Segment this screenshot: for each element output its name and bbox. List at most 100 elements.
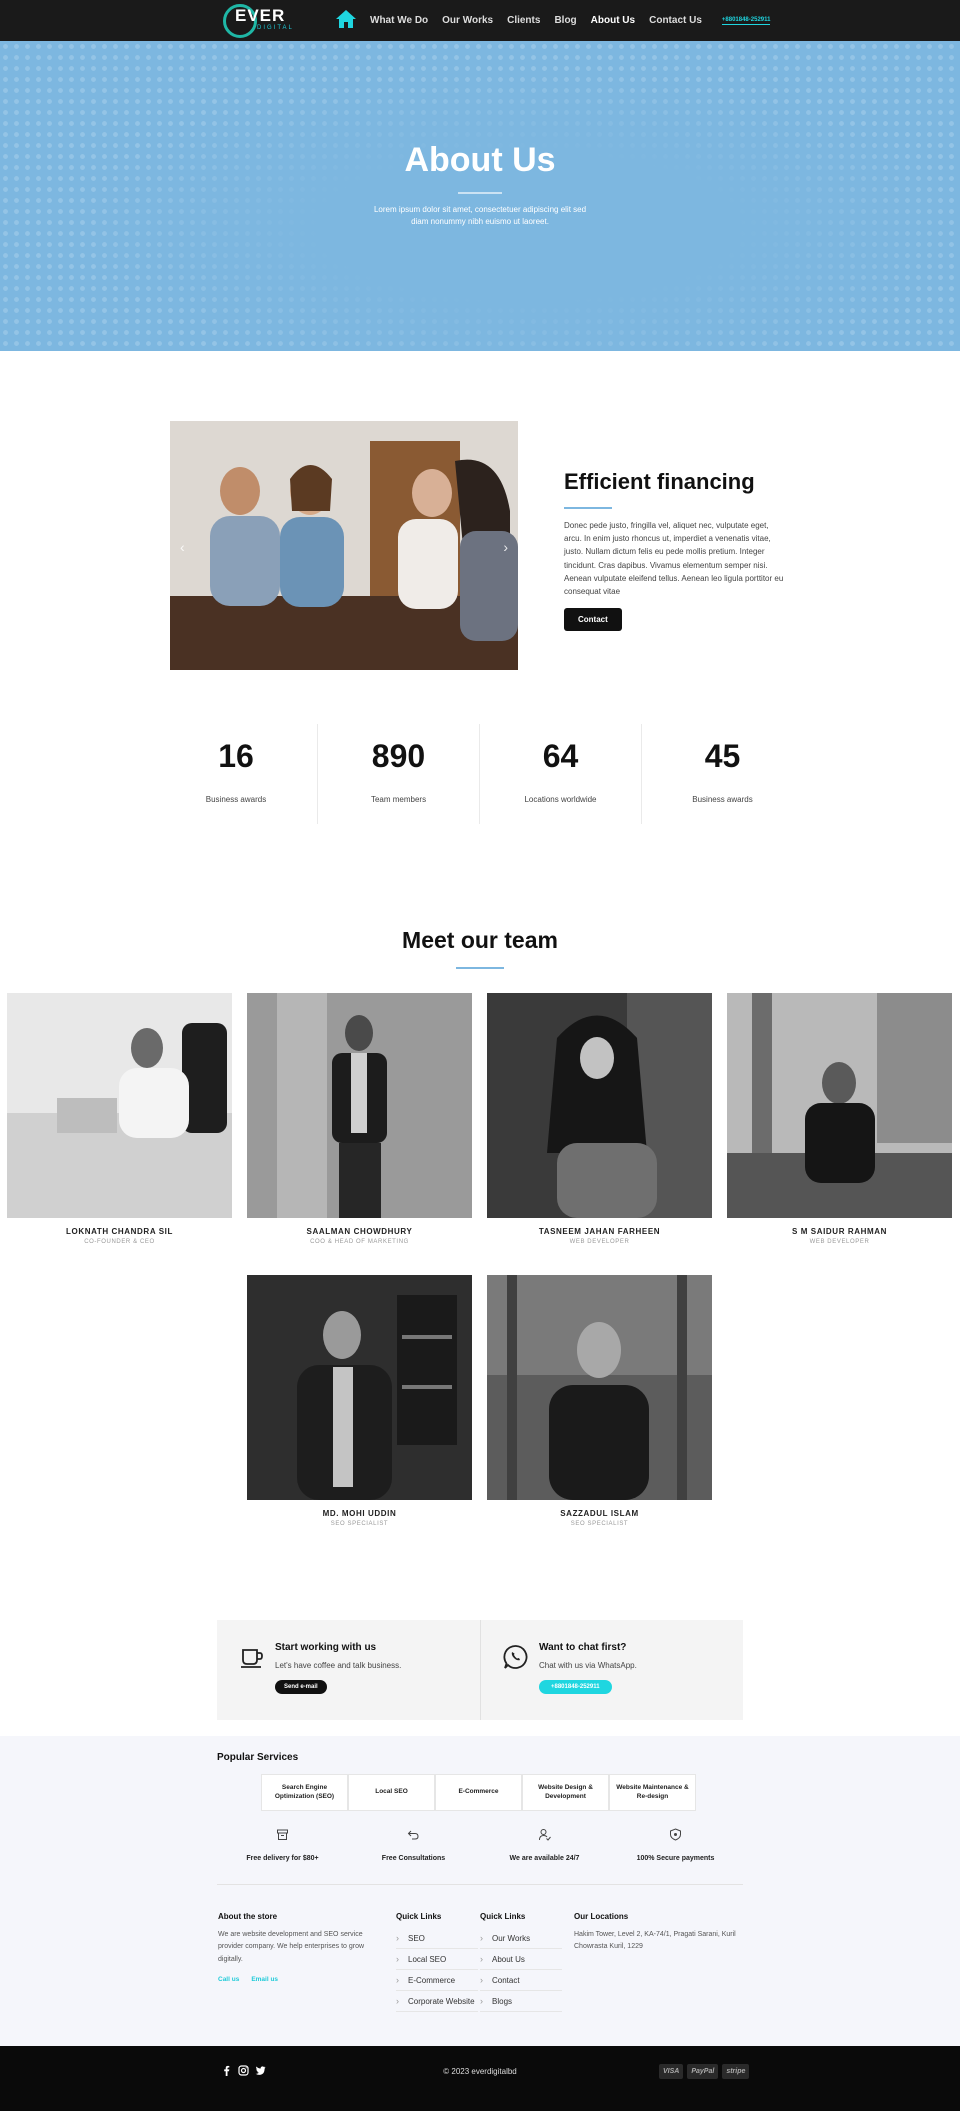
feature-label: We are available 24/7 — [509, 1855, 580, 1862]
cta-chat-title: Want to chat first? — [539, 1642, 627, 1653]
financing-section: ‹ › Efficient financing Donec pede justo… — [0, 351, 960, 711]
about-body: We are website development and SEO servi… — [218, 1931, 365, 1963]
member-name: SAALMAN CHOWDHURY — [306, 1227, 413, 1236]
footer-link-contact[interactable]: Contact — [480, 1970, 562, 1991]
footer-divider — [217, 1884, 743, 1885]
cta-chat-subtitle: Chat with us via WhatsApp. — [539, 1661, 637, 1670]
footer-link-ecommerce[interactable]: E-Commerce — [396, 1970, 478, 1991]
carousel-next-icon[interactable]: › — [503, 539, 508, 555]
service-local-seo[interactable]: Local SEO — [348, 1774, 435, 1811]
member-role: SEO SPECIALIST — [330, 1521, 389, 1527]
cta-panel: Start working with us Let's have coffee … — [217, 1620, 743, 1720]
stat-number: 64 — [542, 738, 579, 774]
service-ecommerce[interactable]: E-Commerce — [435, 1774, 522, 1811]
services-row: Search Engine Optimization (SEO) Local S… — [261, 1774, 696, 1811]
stat-label: Business awards — [692, 795, 753, 804]
stat-item: 64 Locations worldwide — [479, 724, 641, 824]
member-name: TASNEEM JAHAN FARHEEN — [538, 1227, 661, 1236]
shield-icon — [670, 1828, 681, 1841]
nav-about-us[interactable]: About Us — [591, 15, 635, 26]
stat-label: Locations worldwide — [524, 795, 597, 804]
nav-blog[interactable]: Blog — [554, 15, 576, 26]
undo-icon — [407, 1830, 419, 1840]
hero: About Us Lorem ipsum dolor sit amet, con… — [0, 41, 960, 351]
team-grid: LOKNATH CHANDRA SIL CO-FOUNDER & CEO SAA… — [0, 993, 960, 1553]
nav-what-we-do[interactable]: What We Do — [370, 15, 428, 26]
footer-link-seo[interactable]: SEO — [396, 1928, 478, 1949]
member-photo — [7, 993, 232, 1218]
quick-links-title: Quick Links — [396, 1912, 442, 1921]
logo-text: EVER — [235, 6, 286, 25]
member-photo — [487, 1275, 712, 1500]
footer-link-about[interactable]: About Us — [480, 1949, 562, 1970]
cta-chat: Want to chat first? Chat with us via Wha… — [480, 1620, 743, 1720]
logo[interactable]: EVER DIGITAL — [223, 2, 292, 39]
service-web-design[interactable]: Website Design & Development — [522, 1774, 609, 1811]
footer-quick-links-2: Quick Links Our Works About Us Contact B… — [480, 1912, 562, 2012]
feature-item: We are available 24/7 — [479, 1828, 610, 1862]
home-icon[interactable] — [335, 9, 357, 29]
about-title: About the store — [218, 1912, 278, 1921]
footer: Popular Services Search Engine Optimizat… — [0, 1736, 960, 2046]
team-member: TASNEEM JAHAN FARHEEN WEB DEVELOPER — [487, 993, 712, 1245]
stripe-badge: stripe — [722, 2064, 750, 2079]
carousel-prev-icon[interactable]: ‹ — [180, 539, 185, 555]
team-member: S M SAIDUR RAHMAN WEB DEVELOPER — [727, 993, 952, 1245]
footer-link-corporate[interactable]: Corporate Website — [396, 1991, 478, 2012]
email-us-link[interactable]: Email us — [251, 1976, 278, 1983]
feature-label: 100% Secure payments — [636, 1855, 715, 1862]
hero-subtitle: Lorem ipsum dolor sit amet, consectetuer… — [373, 205, 587, 226]
cta-work: Start working with us Let's have coffee … — [217, 1620, 480, 1720]
team-divider — [456, 967, 504, 969]
member-role: WEB DEVELOPER — [569, 1239, 630, 1245]
contact-button[interactable]: Contact — [564, 608, 622, 632]
send-email-button[interactable]: Send e-mail — [275, 1680, 327, 1694]
team-member: MD. MOHI UDDIN SEO SPECIALIST — [247, 1275, 472, 1527]
member-role: COO & HEAD OF MARKETING — [310, 1239, 409, 1245]
whatsapp-button[interactable]: +8801848-252911 — [539, 1680, 612, 1694]
service-seo[interactable]: Search Engine Optimization (SEO) — [261, 1774, 348, 1811]
payment-methods: VISA PayPal stripe — [659, 2064, 750, 2079]
visa-badge: VISA — [659, 2064, 684, 2079]
nav-phone[interactable]: +8801848-252911 — [721, 17, 771, 25]
box-icon — [277, 1829, 288, 1840]
feature-item: Free delivery for $80+ — [217, 1828, 348, 1862]
footer-link-local-seo[interactable]: Local SEO — [396, 1949, 478, 1970]
footer-contact: Call us Email us — [218, 1976, 378, 1983]
nav-links: What We Do Our Works Clients Blog About … — [370, 0, 771, 41]
member-name: MD. MOHI UDDIN — [322, 1509, 397, 1518]
member-role: CO-FOUNDER & CEO — [84, 1239, 155, 1245]
member-name: SAZZADUL ISLAM — [560, 1509, 639, 1518]
quick-links-list: Our Works About Us Contact Blogs — [480, 1928, 562, 2012]
footer-about: About the store We are website developme… — [218, 1912, 378, 1983]
member-name: S M SAIDUR RAHMAN — [791, 1227, 888, 1236]
stat-number: 890 — [371, 738, 426, 774]
stat-number: 45 — [704, 738, 741, 774]
nav-our-works[interactable]: Our Works — [442, 15, 493, 26]
member-photo — [247, 1275, 472, 1500]
hero-divider — [458, 192, 502, 194]
popular-services-title: Popular Services — [217, 1752, 299, 1763]
service-maintenance[interactable]: Website Maintenance & Re-design — [609, 1774, 696, 1811]
financing-title: Efficient financing — [564, 469, 755, 494]
features-row: Free delivery for $80+ Free Consultation… — [217, 1828, 743, 1862]
financing-text: Efficient financing Donec pede justo, fr… — [564, 469, 788, 632]
team-member: LOKNATH CHANDRA SIL CO-FOUNDER & CEO — [7, 993, 232, 1245]
cta-work-subtitle: Let's have coffee and talk business. — [275, 1661, 402, 1670]
team-member: SAZZADUL ISLAM SEO SPECIALIST — [487, 1275, 712, 1527]
quick-links-title: Quick Links — [480, 1912, 526, 1921]
whatsapp-icon — [503, 1645, 528, 1669]
nav-clients[interactable]: Clients — [507, 15, 540, 26]
footer-link-blogs[interactable]: Blogs — [480, 1991, 562, 2012]
member-photo — [247, 993, 472, 1218]
feature-item: 100% Secure payments — [610, 1828, 741, 1862]
paypal-badge: PayPal — [687, 2064, 719, 2079]
footer-link-our-works[interactable]: Our Works — [480, 1928, 562, 1949]
stat-number: 16 — [218, 738, 254, 774]
call-us-link[interactable]: Call us — [218, 1976, 239, 1983]
financing-body: Donec pede justo, fringilla vel, aliquet… — [564, 521, 784, 596]
nav-contact-us[interactable]: Contact Us — [649, 15, 702, 26]
footer-quick-links-1: Quick Links SEO Local SEO E-Commerce Cor… — [396, 1912, 478, 2012]
team-member: SAALMAN CHOWDHURY COO & HEAD OF MARKETIN… — [247, 993, 472, 1245]
top-nav: EVER DIGITAL What We Do Our Works Client… — [0, 0, 960, 41]
